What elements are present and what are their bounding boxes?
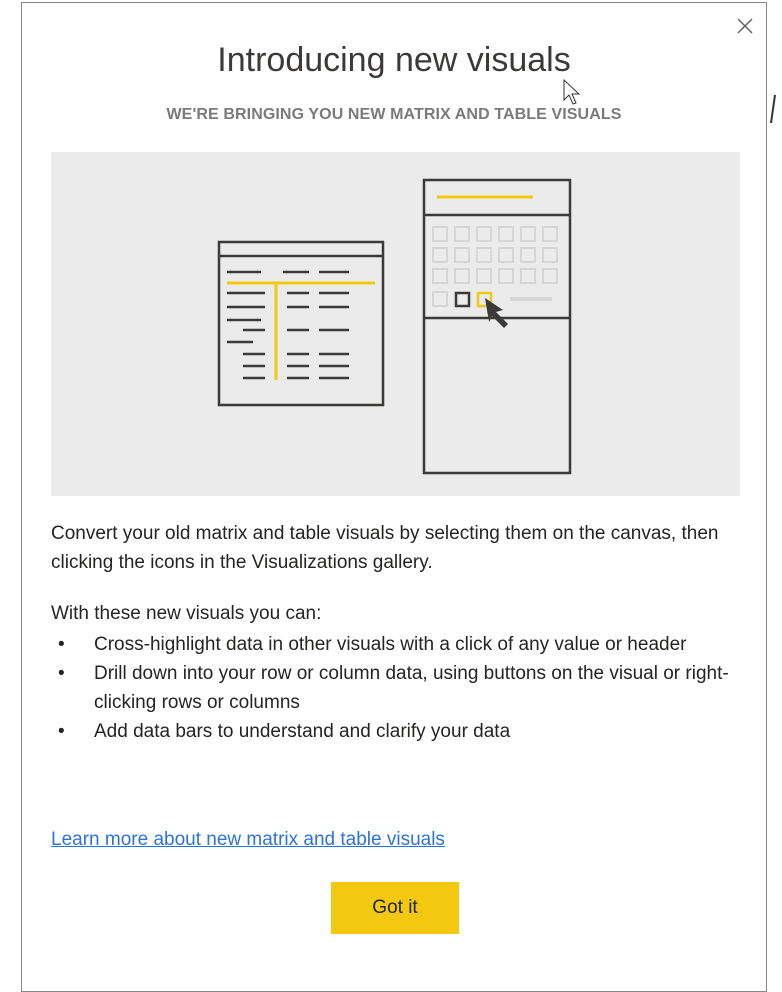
list-item: Drill down into your row or column data,… (58, 659, 751, 717)
table-visual-icon (217, 240, 385, 407)
list-item: Add data bars to understand and clarify … (58, 717, 751, 746)
description-text: Convert your old matrix and table visual… (51, 523, 719, 573)
background-fragment (770, 95, 776, 123)
illustration-graphic (217, 178, 572, 475)
dialog-subtitle: WE'RE BRINGING YOU NEW MATRIX AND TABLE … (166, 106, 622, 123)
dialog-body: Convert your old matrix and table visual… (51, 519, 751, 746)
pointer-icon (485, 298, 508, 328)
dialog-title: Introducing new visuals (217, 41, 571, 79)
feature-list: Cross-highlight data in other visuals wi… (51, 630, 751, 746)
got-it-button[interactable]: Got it (331, 882, 459, 934)
lead-text: With these new visuals you can: (51, 603, 322, 624)
list-item: Cross-highlight data in other visuals wi… (58, 630, 751, 659)
learn-more-link[interactable]: Learn more about new matrix and table vi… (51, 829, 445, 851)
mouse-cursor-icon (563, 79, 581, 105)
intro-dialog: Introducing new visuals WE'RE BRINGING Y… (21, 2, 767, 992)
illustration (51, 152, 740, 496)
matrix-visual-icon (422, 178, 572, 475)
close-icon[interactable] (734, 15, 756, 37)
